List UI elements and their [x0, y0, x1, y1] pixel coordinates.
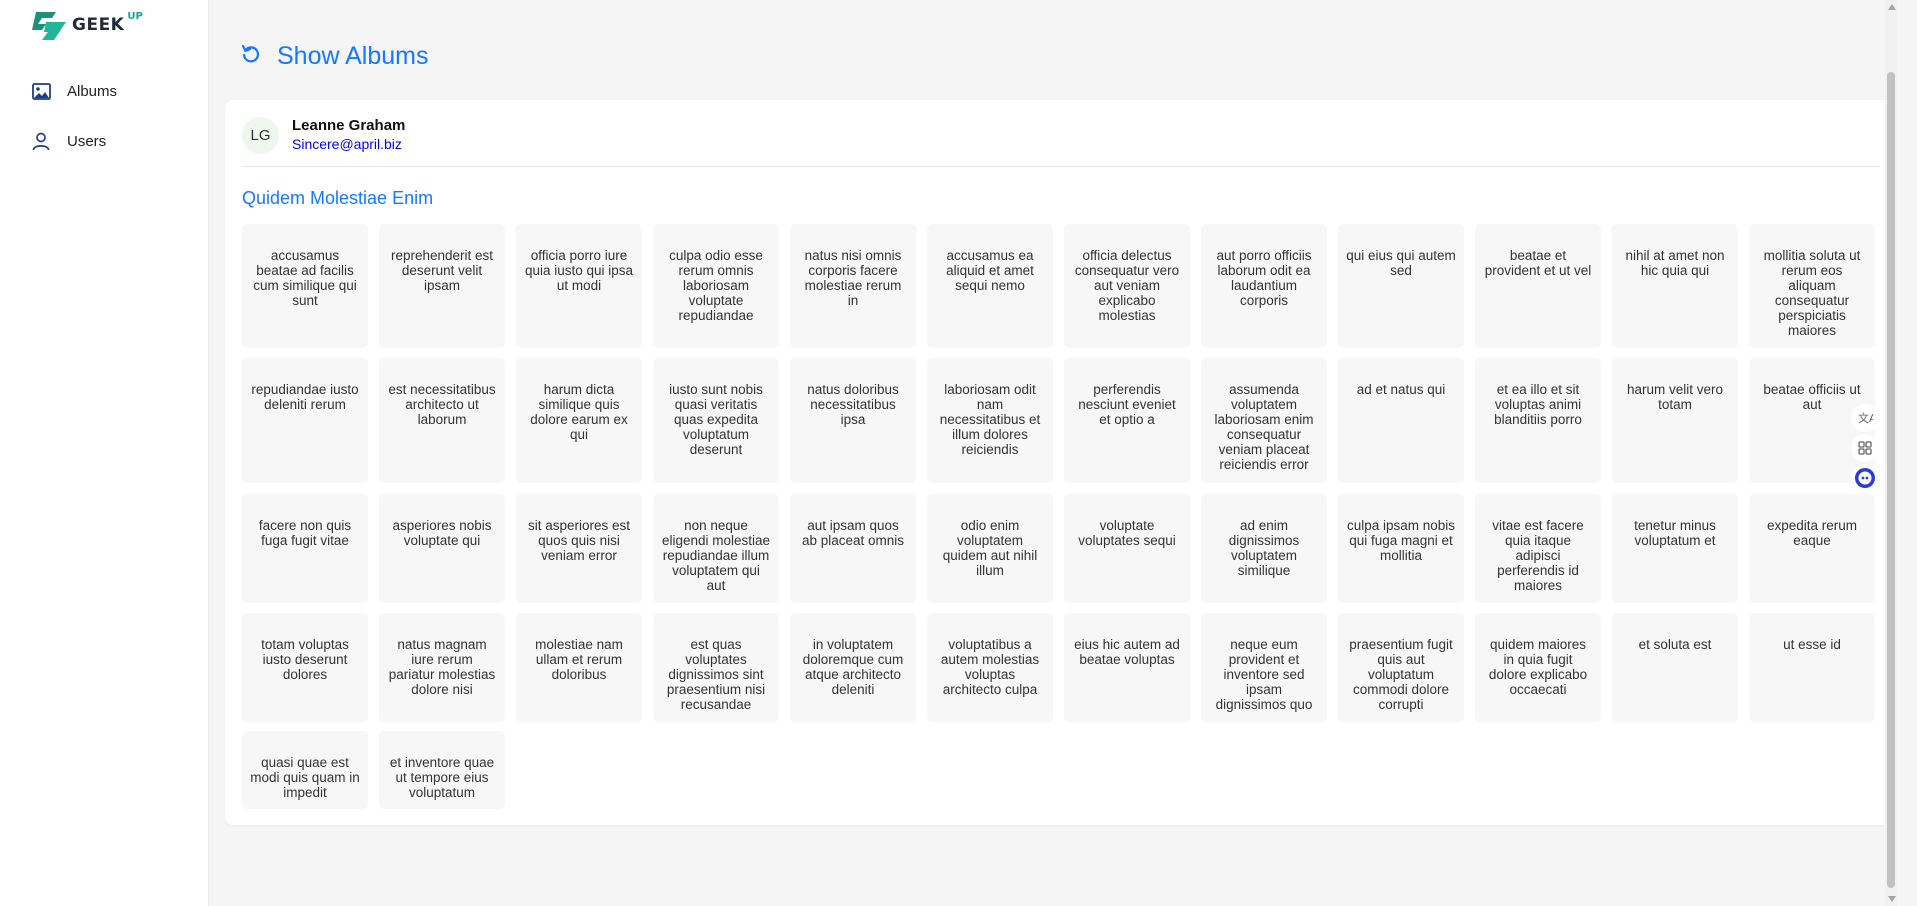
photo-tile[interactable]: natus doloribus necessitatibus ipsa [790, 358, 916, 483]
photo-tile[interactable]: et soluta est [1612, 613, 1738, 722]
photo-tile[interactable]: non neque eligendi molestiae repudiandae… [653, 494, 779, 603]
photo-tile[interactable]: in voluptatem doloremque cum atque archi… [790, 613, 916, 722]
photo-tile[interactable]: harum velit vero totam [1612, 358, 1738, 483]
photo-tile[interactable]: ad enim dignissimos voluptatem similique [1201, 494, 1327, 603]
sidebar-item-users[interactable]: Users [0, 121, 208, 161]
scroll-up-arrow[interactable] [1888, 4, 1896, 10]
photo-tile[interactable]: praesentium fugit quis aut voluptatum co… [1338, 613, 1464, 722]
brand-logo[interactable]: GEEK UP [32, 10, 143, 40]
user-name[interactable]: Leanne Graham [292, 117, 405, 135]
photo-tile[interactable]: assumenda voluptatem laboriosam enim con… [1201, 358, 1327, 483]
photo-tile[interactable]: beatae et provident et ut vel [1475, 224, 1601, 348]
photo-tile[interactable]: vitae est facere quia itaque adipisci pe… [1475, 494, 1601, 603]
photo-tile[interactable]: expedita rerum eaque [1749, 494, 1875, 603]
photo-tile[interactable]: accusamus beatae ad facilis cum similiqu… [242, 224, 368, 348]
photo-tile[interactable]: est necessitatibus architecto ut laborum [379, 358, 505, 483]
photo-tile[interactable]: repudiandae iusto deleniti rerum [242, 358, 368, 483]
brand-name: GEEK [72, 15, 125, 35]
photo-tile[interactable]: harum dicta similique quis dolore earum … [516, 358, 642, 483]
photo-tile[interactable]: mollitia soluta ut rerum eos aliquam con… [1749, 224, 1875, 348]
photo-tile[interactable]: qui eius qui autem sed [1338, 224, 1464, 348]
scroll-down-arrow[interactable] [1888, 896, 1896, 902]
photo-tile[interactable]: iusto sunt nobis quasi veritatis quas ex… [653, 358, 779, 483]
sidebar-item-label: Users [67, 132, 107, 150]
photo-tile[interactable]: voluptatibus a autem molestias voluptas … [927, 613, 1053, 722]
photo-tile[interactable]: facere non quis fuga fugit vitae [242, 494, 368, 603]
photo-tile[interactable]: perferendis nesciunt eveniet et optio a [1064, 358, 1190, 483]
assistant-icon[interactable] [1851, 464, 1879, 492]
photo-tile[interactable]: culpa ipsam nobis qui fuga magni et moll… [1338, 494, 1464, 603]
show-albums-header[interactable]: Show Albums [241, 42, 428, 71]
svg-text:文A: 文A [1858, 411, 1873, 425]
apps-grid-icon[interactable] [1851, 434, 1879, 462]
album-title: Quidem Molestiae Enim [242, 188, 434, 208]
photo-tile[interactable]: nihil at amet non hic quia qui [1612, 224, 1738, 348]
photo-tile[interactable]: ut esse id [1749, 613, 1875, 722]
logo-icon [32, 12, 66, 40]
photo-tile[interactable]: est quas voluptates dignissimos sint pra… [653, 613, 779, 722]
image-icon [31, 81, 51, 101]
photo-tile[interactable]: molestiae nam ullam et rerum doloribus [516, 613, 642, 722]
photo-tile[interactable]: neque eum provident et inventore sed ips… [1201, 613, 1327, 722]
photo-tile[interactable]: et ea illo et sit voluptas animi blandit… [1475, 358, 1601, 483]
photo-tile[interactable]: reprehenderit est deserunt velit ipsam [379, 224, 505, 348]
photo-tile[interactable]: tenetur minus voluptatum et [1612, 494, 1738, 603]
scrollbar-thumb[interactable] [1887, 72, 1895, 888]
photo-grid: accusamus beatae ad facilis cum similiqu… [242, 224, 1882, 809]
photo-tile[interactable]: aut ipsam quos ab placeat omnis [790, 494, 916, 603]
user-email-link[interactable]: Sincere@april.biz [292, 136, 402, 152]
photo-tile[interactable]: voluptate voluptates sequi [1064, 494, 1190, 603]
photo-tile[interactable]: accusamus ea aliquid et amet sequi nemo [927, 224, 1053, 348]
photo-tile[interactable]: natus nisi omnis corporis facere molesti… [790, 224, 916, 348]
user-icon [31, 131, 51, 151]
sidebar-item-albums[interactable]: Albums [0, 71, 208, 111]
photo-tile[interactable]: odio enim voluptatem quidem aut nihil il… [927, 494, 1053, 603]
photo-tile[interactable]: officia delectus consequatur vero aut ve… [1064, 224, 1190, 348]
photo-tile[interactable]: natus magnam iure rerum pariatur molesti… [379, 613, 505, 722]
photo-tile[interactable]: eius hic autem ad beatae voluptas [1064, 613, 1190, 722]
photo-tile[interactable]: aut porro officiis laborum odit ea lauda… [1201, 224, 1327, 348]
photo-tile[interactable]: quasi quae est modi quis quam in impedit [242, 731, 368, 809]
photo-tile[interactable]: asperiores nobis voluptate qui [379, 494, 505, 603]
sidebar: GEEK UP Albums Users [0, 0, 209, 906]
photo-tile[interactable]: laboriosam odit nam necessitatibus et il… [927, 358, 1053, 483]
photo-tile[interactable]: ad et natus qui [1338, 358, 1464, 483]
album-card: LG Leanne Graham Sincere@april.biz Quide… [225, 100, 1895, 825]
sidebar-item-label: Albums [67, 82, 118, 100]
divider [242, 166, 1879, 167]
scrollbar[interactable] [1885, 0, 1897, 906]
photo-tile[interactable]: officia porro iure quia iusto qui ipsa u… [516, 224, 642, 348]
translate-icon[interactable]: 文A [1851, 404, 1879, 432]
photo-tile[interactable]: culpa odio esse rerum omnis laboriosam v… [653, 224, 779, 348]
brand-superscript: UP [127, 10, 143, 22]
photo-tile[interactable]: et inventore quae ut tempore eius volupt… [379, 731, 505, 809]
photo-tile[interactable]: quidem maiores in quia fugit dolore expl… [1475, 613, 1601, 722]
avatar: LG [242, 117, 279, 154]
photo-tile[interactable]: totam voluptas iusto deserunt dolores [242, 613, 368, 722]
page-title: Show Albums [277, 42, 429, 70]
album-owner: LG Leanne Graham Sincere@april.biz [242, 117, 405, 154]
reload-icon [241, 44, 261, 69]
main-content: Show Albums LG Leanne Graham Sincere@apr… [208, 0, 1897, 906]
photo-tile[interactable]: sit asperiores est quos quis nisi veniam… [516, 494, 642, 603]
